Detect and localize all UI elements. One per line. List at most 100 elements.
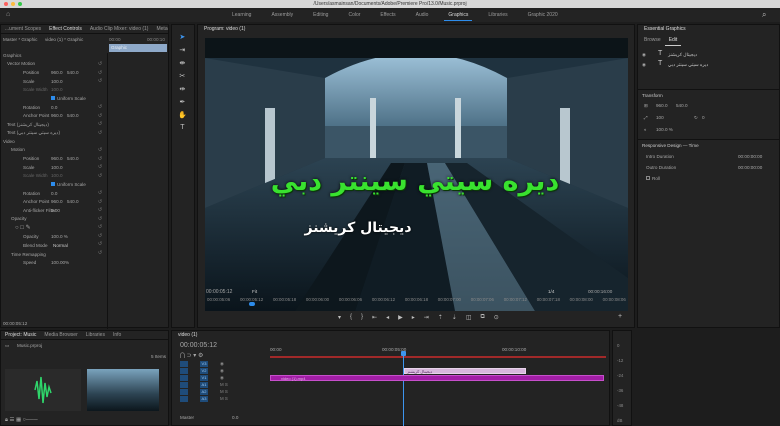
audio-clip-thumbnail[interactable] (5, 369, 81, 411)
go-to-in-icon[interactable]: ⇤ (372, 314, 377, 321)
eg-layer-2[interactable]: ديره سيتي سينتر دبي (668, 62, 708, 68)
workspace-tab[interactable]: Learning (222, 8, 261, 22)
timeline-timecode[interactable]: 00:00:05:12 (180, 342, 217, 349)
eye-icon[interactable]: ◉ (642, 62, 646, 68)
ellipse-mask-icon[interactable]: ○ (15, 225, 19, 231)
program-ruler[interactable]: 00:00:05:06 00:00:05:12 00:00:05:18 00:00:0… (205, 297, 628, 307)
text-layer-1[interactable]: Text (ديجيتال كريشنز) (7, 122, 49, 128)
workspace-tab[interactable]: Graphic 2020 (518, 8, 568, 22)
step-back-icon[interactable]: ◂ (386, 314, 389, 321)
lift-icon[interactable]: ⇡ (438, 314, 443, 321)
track-target-toggle[interactable] (180, 368, 188, 374)
fit-select[interactable]: Fit (252, 289, 257, 294)
m-uniform-scale-checkbox[interactable]: Uniform Scale (51, 182, 86, 187)
video-clip-thumbnail[interactable] (87, 369, 159, 411)
workspace-tab[interactable]: Libraries (478, 8, 517, 22)
m-scale-value[interactable]: 100.0 (51, 165, 63, 170)
close-window-button[interactable] (4, 2, 8, 6)
panel-tab[interactable]: ...ument Scopes (1, 25, 45, 33)
text-layer-2[interactable]: Text (ديره سيتي سينتر دبي) (7, 130, 60, 136)
workspace-tab[interactable]: Color (338, 8, 370, 22)
position-x-value[interactable]: 960.0 (51, 70, 63, 75)
anti-flicker-value[interactable]: 0.00 (51, 208, 60, 213)
type-icon[interactable]: T (178, 124, 187, 131)
vr-icon[interactable]: ⊙ (494, 314, 499, 321)
clip-source[interactable]: video (1) * Graphic (45, 37, 83, 42)
essential-graphics-title[interactable]: Essential Graphics (640, 25, 690, 34)
track-target-toggle[interactable] (180, 375, 188, 381)
playhead-handle[interactable] (401, 351, 406, 356)
uniform-scale-checkbox[interactable]: Uniform Scale (51, 96, 86, 101)
extract-icon[interactable]: ⇣ (452, 314, 457, 321)
track-visibility-icon[interactable]: ◉ (220, 375, 224, 381)
icon-view-icon[interactable]: ▦ (16, 417, 21, 423)
panel-tab[interactable]: Metadata (152, 25, 168, 33)
ec-timecode[interactable]: 00:00:05:12 (3, 321, 27, 326)
track-target-toggle[interactable] (180, 361, 188, 367)
track-target-toggle[interactable] (180, 382, 188, 388)
pen-icon[interactable]: ✒ (178, 98, 187, 106)
mark-out-icon[interactable]: } (361, 314, 363, 321)
comparison-view-icon[interactable]: ⧉ (481, 314, 485, 321)
position-y-value[interactable]: 540.0 (67, 70, 79, 75)
eg-scale[interactable]: 100 (656, 115, 664, 120)
search-icon[interactable]: ⌕ (762, 10, 766, 20)
workspace-tab[interactable]: Editing (303, 8, 338, 22)
workspace-tab[interactable]: Assembly (261, 8, 303, 22)
track-label[interactable]: V1 (200, 375, 208, 381)
track-select-icon[interactable]: ⇥ (178, 46, 187, 54)
pen-mask-icon[interactable]: ✎ (26, 225, 31, 231)
anchor-y-value[interactable]: 540.0 (67, 113, 79, 118)
track-label[interactable]: A2 (200, 389, 208, 395)
intro-duration-value[interactable]: 00:00:00:00 (738, 154, 762, 159)
project-tab[interactable]: Media Browser (40, 331, 81, 340)
project-tab[interactable]: Project: Music (1, 331, 40, 340)
mark-in-icon[interactable]: { (350, 314, 352, 321)
track-visibility-icon[interactable]: ◉ (220, 368, 224, 374)
hand-icon[interactable]: ✋ (178, 111, 187, 119)
scale-value[interactable]: 100.0 (51, 79, 63, 84)
subtitle-text[interactable]: ديجيتال كريشنز (303, 220, 413, 236)
timeline-playhead[interactable] (403, 351, 404, 426)
track-label[interactable]: V3 (200, 361, 208, 367)
rotation-value[interactable]: 0.0 (51, 105, 57, 110)
marker-button-icon[interactable]: ▾ (338, 314, 341, 321)
m-rotation-value[interactable]: 0.0 (51, 191, 57, 196)
anchor-x-value[interactable]: 960.0 (51, 113, 63, 118)
workspace-tab[interactable]: Graphics (438, 8, 478, 22)
minimize-window-button[interactable] (11, 2, 15, 6)
graphic-clip[interactable]: ديجيتال كريشنز (404, 368, 526, 374)
workspace-tab[interactable]: Effects (370, 8, 405, 22)
rect-mask-icon[interactable]: □ (20, 225, 24, 231)
headline-text[interactable]: ديره سيتي سينتر دبي (245, 166, 585, 197)
resolution-select[interactable]: 1/4 (548, 289, 554, 294)
step-forward-icon[interactable]: ▸ (412, 314, 415, 321)
lock-icon[interactable]: 🔒︎ (5, 417, 8, 423)
play-icon[interactable]: ▶ (398, 314, 403, 321)
snap-icon[interactable]: ⋂ (180, 353, 185, 359)
master-value[interactable]: 0.0 (232, 415, 238, 420)
slip-icon[interactable]: ⇹ (178, 85, 187, 93)
m-anchor-y-value[interactable]: 540.0 (67, 199, 79, 204)
export-frame-icon[interactable]: ◫ (466, 314, 472, 321)
selection-icon[interactable]: ➤ (178, 33, 187, 41)
roll-checkbox[interactable]: Roll (646, 176, 660, 181)
list-view-icon[interactable]: ☰ (9, 417, 14, 423)
track-label[interactable]: A1 (200, 382, 208, 388)
opacity-value[interactable]: 100.0 % (51, 234, 68, 239)
workspace-tab[interactable]: Audio (406, 8, 439, 22)
program-playhead[interactable] (249, 302, 255, 306)
settings-icon[interactable]: ⚙ (198, 353, 203, 359)
zoom-window-button[interactable] (18, 2, 22, 6)
project-tab[interactable]: Info (109, 331, 125, 340)
track-label[interactable]: V2 (200, 368, 208, 374)
track-label[interactable]: A3 (200, 396, 208, 402)
project-tab[interactable]: Libraries (82, 331, 109, 340)
eye-icon[interactable]: ◉ (642, 52, 646, 58)
eg-opacity[interactable]: 100.0 % (656, 127, 673, 132)
go-to-out-icon[interactable]: ⇥ (424, 314, 429, 321)
home-icon[interactable]: ⌂ (6, 11, 10, 18)
time-remapping-label[interactable]: Time Remapping (11, 252, 46, 257)
outro-duration-value[interactable]: 00:00:00:00 (738, 165, 762, 170)
eg-position-x[interactable]: 960.0 (656, 103, 668, 108)
